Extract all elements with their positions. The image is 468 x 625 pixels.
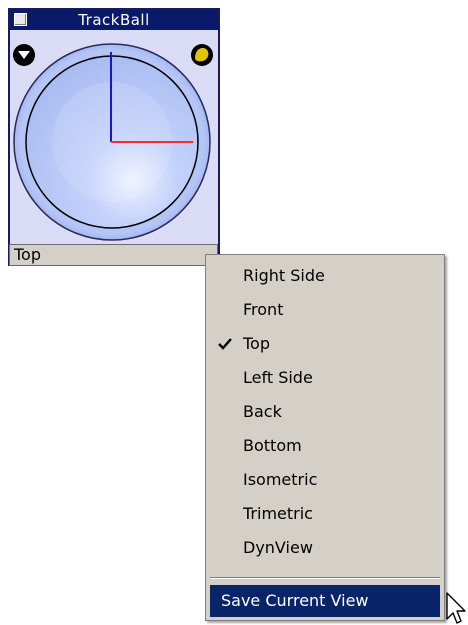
view-combobox[interactable]: Top — [9, 244, 218, 266]
view-dropdown-menu: Right Side Front Top Left Side Back Bott… — [205, 254, 445, 621]
menu-item-right-side[interactable]: Right Side — [206, 259, 444, 293]
menu-item-label: Front — [243, 300, 284, 319]
menu-item-save-current-view[interactable]: Save Current View — [210, 585, 440, 617]
menu-item-label: Right Side — [243, 266, 325, 285]
mouse-pointer-icon — [446, 592, 466, 624]
menu-item-dynview[interactable]: DynView — [206, 531, 444, 565]
window-title: TrackBall — [78, 11, 150, 29]
checkmark-icon — [218, 338, 232, 350]
menu-item-label: Trimetric — [243, 504, 313, 523]
menu-item-trimetric[interactable]: Trimetric — [206, 497, 444, 531]
view-combobox-value: Top — [14, 245, 41, 264]
menu-item-bottom[interactable]: Bottom — [206, 429, 444, 463]
down-triangle-icon[interactable] — [13, 44, 35, 66]
screen: TrackBall Top Right Side Front Top Left … — [0, 0, 468, 625]
menu-item-back[interactable]: Back — [206, 395, 444, 429]
menu-item-label: Top — [243, 334, 270, 353]
menu-item-isometric[interactable]: Isometric — [206, 463, 444, 497]
menu-item-label: Isometric — [243, 470, 318, 489]
menu-item-label: Left Side — [243, 368, 313, 387]
menu-item-label: Save Current View — [221, 591, 369, 610]
menu-item-top[interactable]: Top — [206, 327, 444, 361]
yellow-blob-icon[interactable] — [191, 44, 213, 66]
menu-item-label: Back — [243, 402, 282, 421]
title-bar[interactable]: TrackBall — [10, 10, 218, 30]
menu-item-left-side[interactable]: Left Side — [206, 361, 444, 395]
trackball-canvas[interactable] — [10, 30, 218, 252]
menu-item-label: Bottom — [243, 436, 302, 455]
trackball-window: TrackBall — [8, 8, 220, 266]
menu-separator — [210, 577, 440, 579]
menu-item-front[interactable]: Front — [206, 293, 444, 327]
menu-item-label: DynView — [243, 538, 313, 557]
